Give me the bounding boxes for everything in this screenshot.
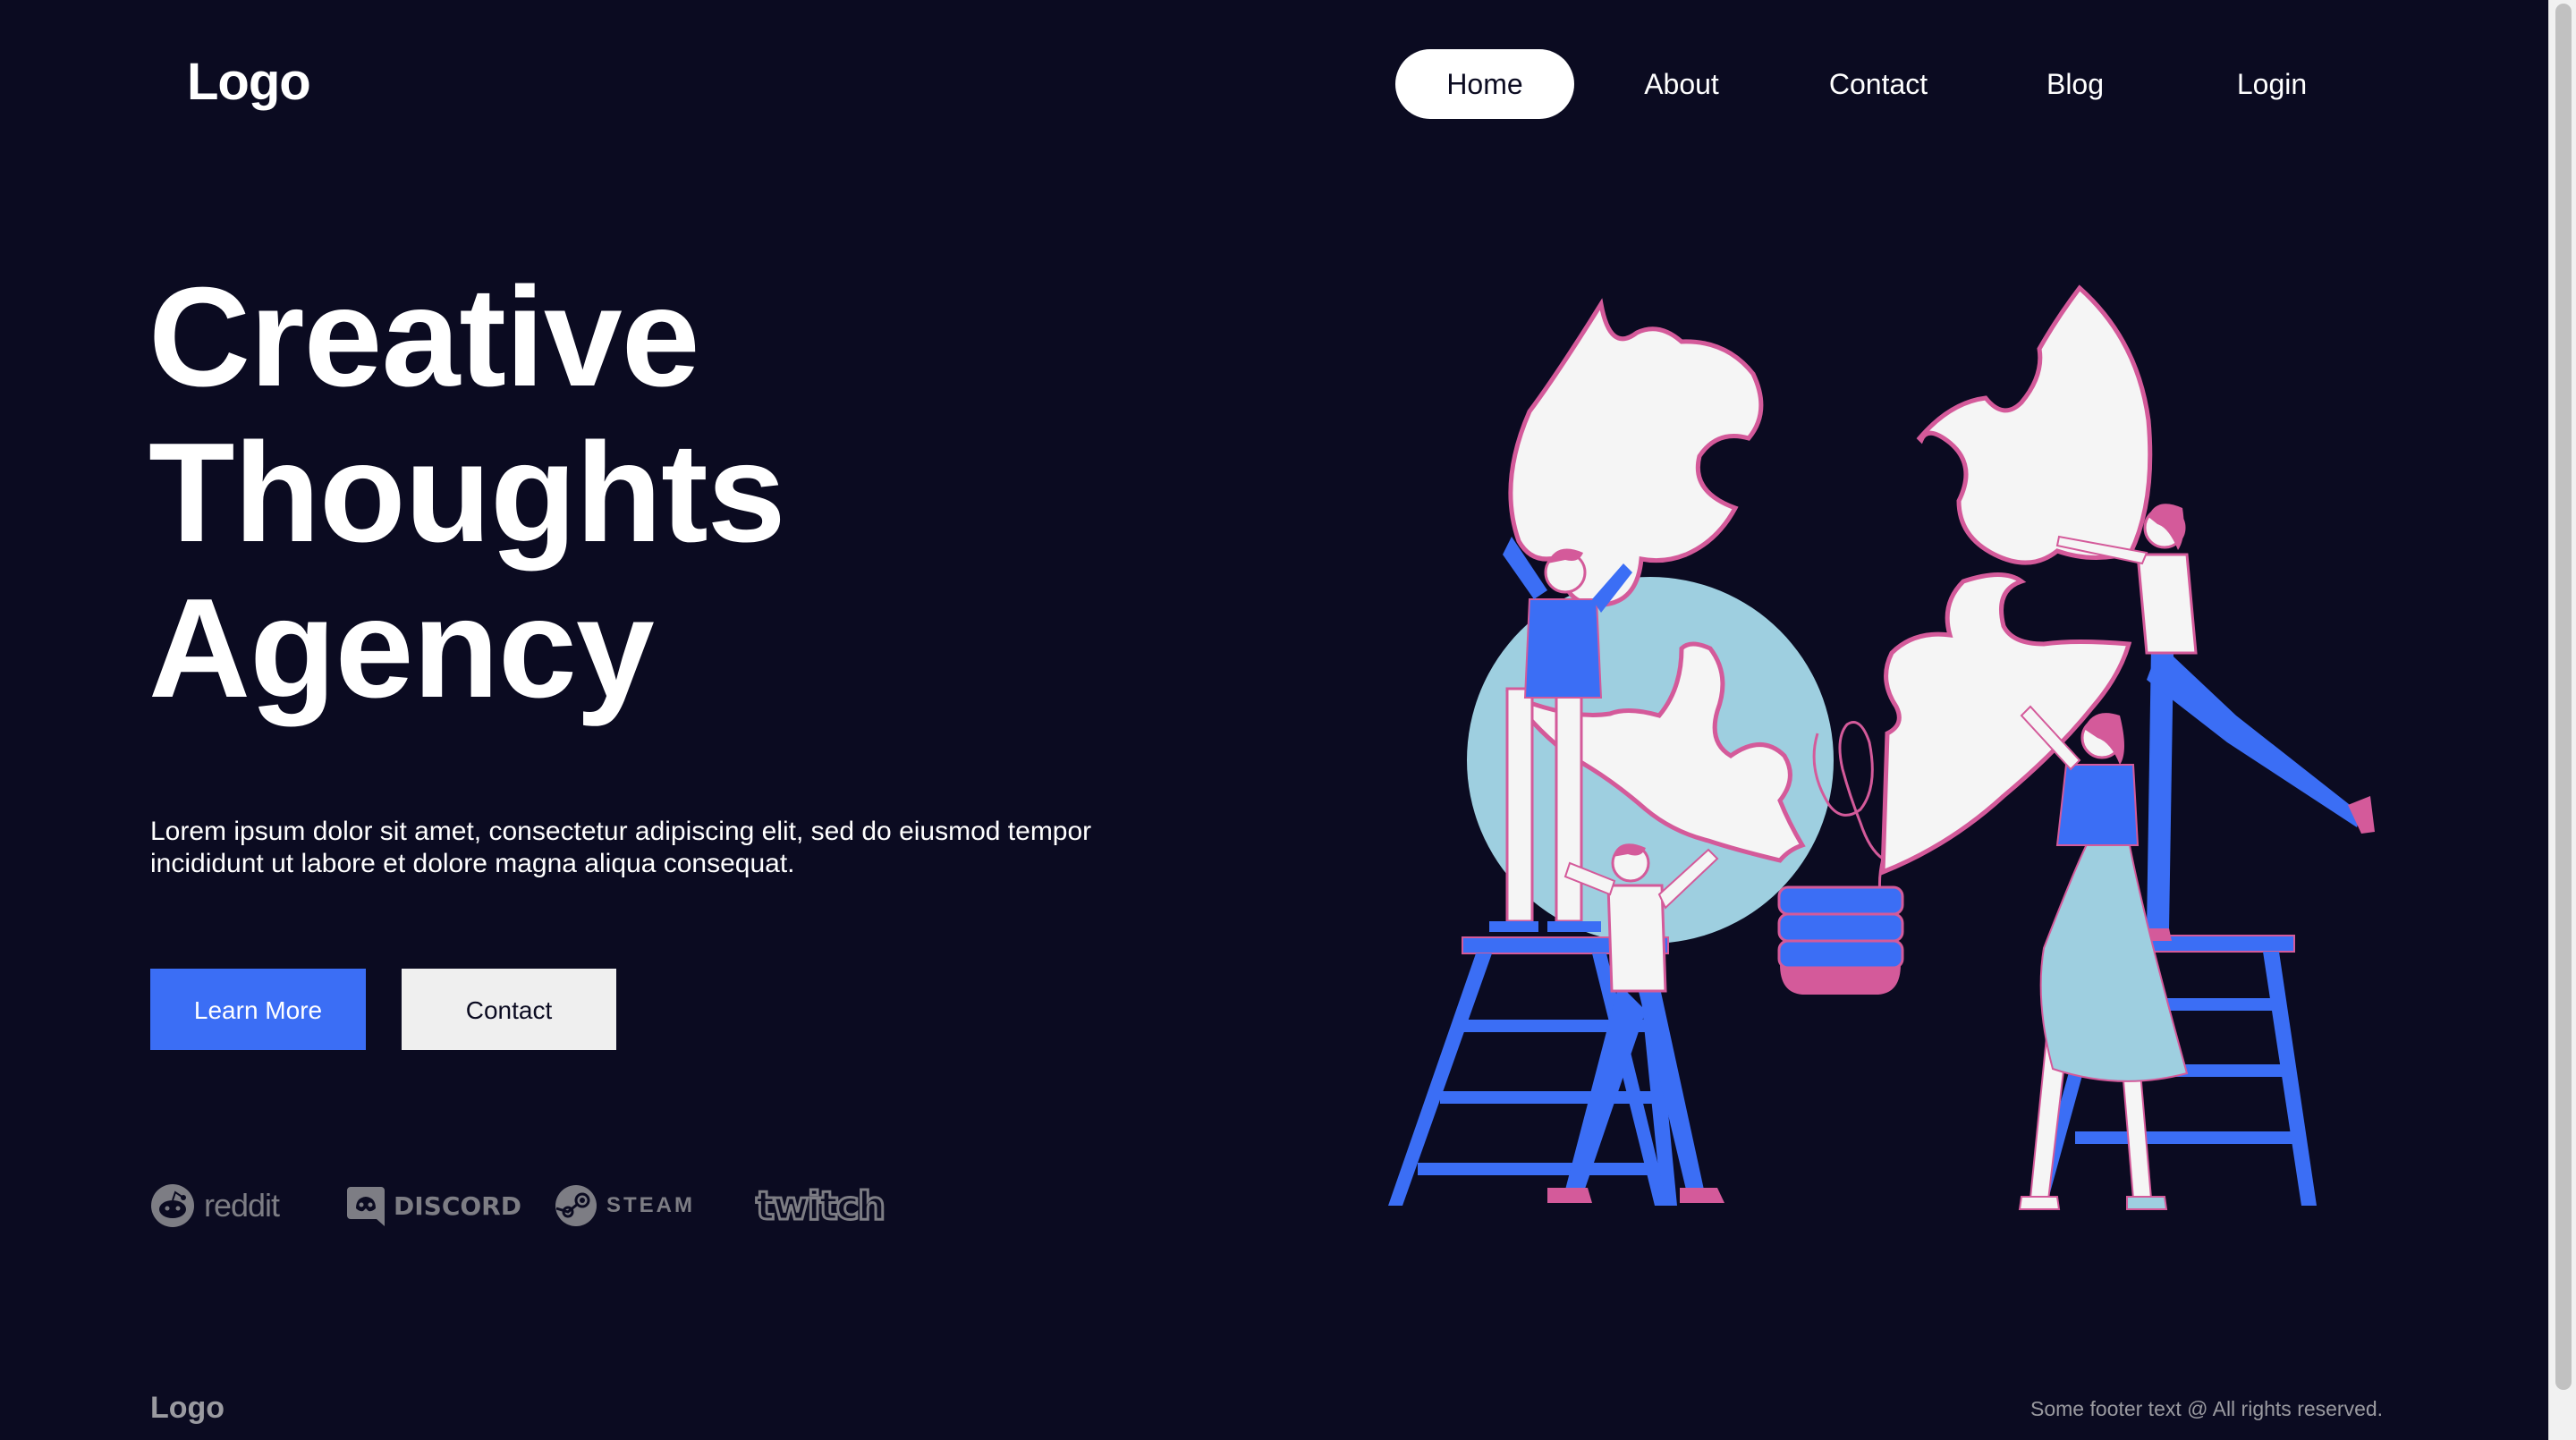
- nav-about[interactable]: About: [1610, 49, 1753, 119]
- partner-steam: STEAM: [555, 1181, 695, 1231]
- footer-logo[interactable]: Logo: [150, 1391, 225, 1426]
- team-assembling-puzzle-illustration: [1388, 284, 2375, 1210]
- nav-contact[interactable]: Contact: [1807, 49, 1950, 119]
- header-logo[interactable]: Logo: [187, 52, 311, 112]
- contact-button[interactable]: Contact: [402, 969, 616, 1050]
- partner-discord: DISCORD: [347, 1181, 521, 1231]
- hero-title-line: Creative: [148, 258, 700, 416]
- nav-home[interactable]: Home: [1395, 49, 1574, 119]
- partner-name: DISCORD: [394, 1190, 521, 1221]
- partner-twitch: twitch: [754, 1181, 886, 1231]
- nav-login[interactable]: Login: [2200, 49, 2343, 119]
- partner-name: reddit: [204, 1187, 280, 1224]
- steam-icon: [555, 1185, 597, 1226]
- twitch-icon: twitch: [754, 1182, 886, 1230]
- hero-title: Creative Thoughts Agency: [148, 258, 786, 727]
- hero-title-line: Thoughts: [148, 414, 786, 572]
- nav-blog[interactable]: Blog: [2004, 49, 2147, 119]
- learn-more-button[interactable]: Learn More: [150, 969, 366, 1050]
- page-scrollbar[interactable]: [2548, 0, 2576, 1440]
- partner-reddit: reddit: [150, 1181, 280, 1231]
- hero-title-line: Agency: [148, 570, 655, 727]
- partner-name: STEAM: [606, 1193, 695, 1217]
- scrollbar-thumb[interactable]: [2555, 4, 2572, 1390]
- hero-description: Lorem ipsum dolor sit amet, consectetur …: [150, 817, 1092, 878]
- reddit-icon: [151, 1184, 194, 1227]
- discord-icon: [347, 1187, 385, 1226]
- footer-copyright: Some footer text @ All rights reserved.: [2030, 1397, 2384, 1420]
